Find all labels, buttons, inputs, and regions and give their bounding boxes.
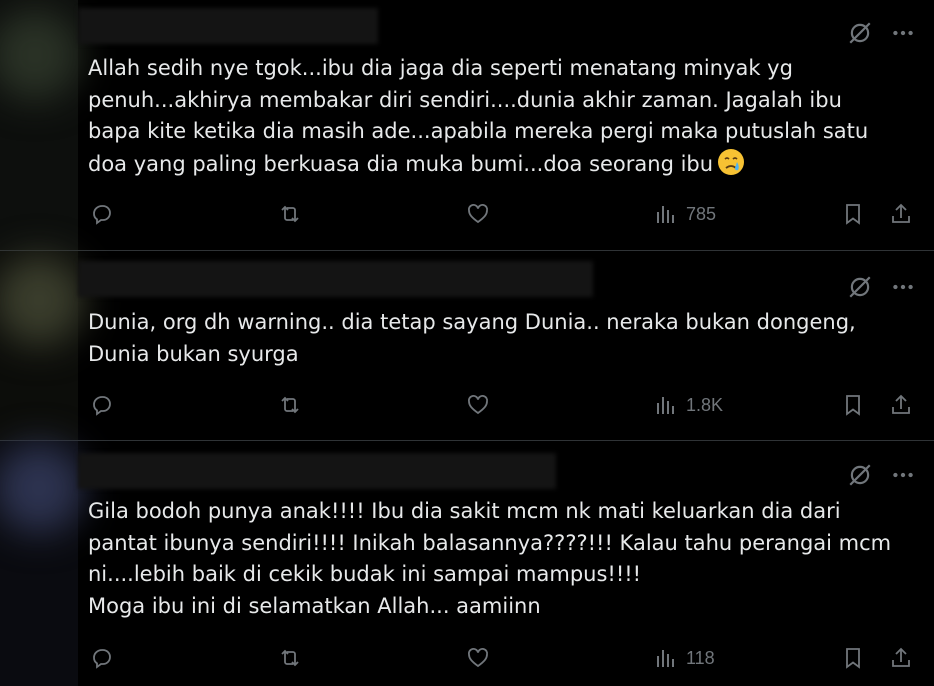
like-icon [468, 204, 488, 224]
repost-icon [281, 649, 299, 667]
views-button[interactable]: 118 [654, 643, 715, 673]
author-name-redacted [78, 8, 378, 44]
post-2[interactable]: Dunia, org dh warning.. dia tetap sayang… [0, 251, 934, 440]
reply-button[interactable] [90, 643, 114, 673]
bookmark-icon [846, 395, 860, 416]
bookmark-button[interactable] [841, 199, 865, 229]
views-button[interactable]: 1.8K [654, 390, 723, 420]
grok-icon[interactable] [847, 462, 873, 488]
more-icon[interactable] [890, 274, 916, 300]
reply-icon [93, 649, 111, 669]
reply-button[interactable] [90, 199, 114, 229]
reply-icon [93, 205, 111, 225]
more-icon[interactable] [890, 20, 916, 46]
share-button[interactable] [889, 390, 913, 420]
post-text-content: Allah sedih nye tgok...ibu dia jaga dia … [88, 56, 869, 176]
post-text: Gila bodoh punya anak!!!! Ibu dia sakit … [88, 496, 908, 622]
like-button[interactable] [466, 199, 490, 229]
repost-icon [281, 396, 299, 414]
author-name-redacted [78, 453, 556, 489]
action-bar: 785 [0, 199, 934, 229]
views-icon [657, 206, 674, 223]
views-button[interactable]: 785 [654, 199, 716, 229]
action-bar: 118 [0, 643, 934, 673]
crying-face-emoji [717, 148, 745, 176]
author-name-redacted [78, 261, 593, 297]
share-button[interactable] [889, 643, 913, 673]
views-count: 118 [686, 647, 715, 668]
post-text-content: Gila bodoh punya anak!!!! Ibu dia sakit … [88, 499, 892, 618]
post-text: Dunia, org dh warning.. dia tetap sayang… [88, 307, 908, 370]
views-icon [657, 650, 674, 667]
reply-icon [93, 396, 111, 416]
views-icon [657, 397, 674, 414]
share-button[interactable] [889, 199, 913, 229]
more-icon[interactable] [890, 462, 916, 488]
like-icon [468, 648, 488, 668]
grok-icon[interactable] [847, 20, 873, 46]
bookmark-icon [846, 648, 860, 669]
post-3[interactable]: Gila bodoh punya anak!!!! Ibu dia sakit … [0, 441, 934, 686]
post-text: Allah sedih nye tgok...ibu dia jaga dia … [88, 53, 908, 180]
post-text-content: Dunia, org dh warning.. dia tetap sayang… [88, 310, 856, 366]
share-icon [892, 647, 910, 667]
share-icon [892, 203, 910, 223]
repost-button[interactable] [278, 643, 302, 673]
bookmark-icon [846, 204, 860, 225]
views-count: 1.8K [686, 394, 724, 415]
action-bar: 1.8K [0, 390, 934, 420]
grok-icon[interactable] [847, 274, 873, 300]
post-1[interactable]: Allah sedih nye tgok...ibu dia jaga dia … [0, 0, 934, 250]
views-count: 785 [686, 203, 717, 224]
repost-button[interactable] [278, 390, 302, 420]
share-icon [892, 394, 910, 414]
repost-button[interactable] [278, 199, 302, 229]
like-button[interactable] [466, 643, 490, 673]
repost-icon [281, 205, 299, 223]
like-button[interactable] [466, 390, 490, 420]
like-icon [468, 395, 488, 415]
bookmark-button[interactable] [841, 390, 865, 420]
reply-button[interactable] [90, 390, 114, 420]
bookmark-button[interactable] [841, 643, 865, 673]
